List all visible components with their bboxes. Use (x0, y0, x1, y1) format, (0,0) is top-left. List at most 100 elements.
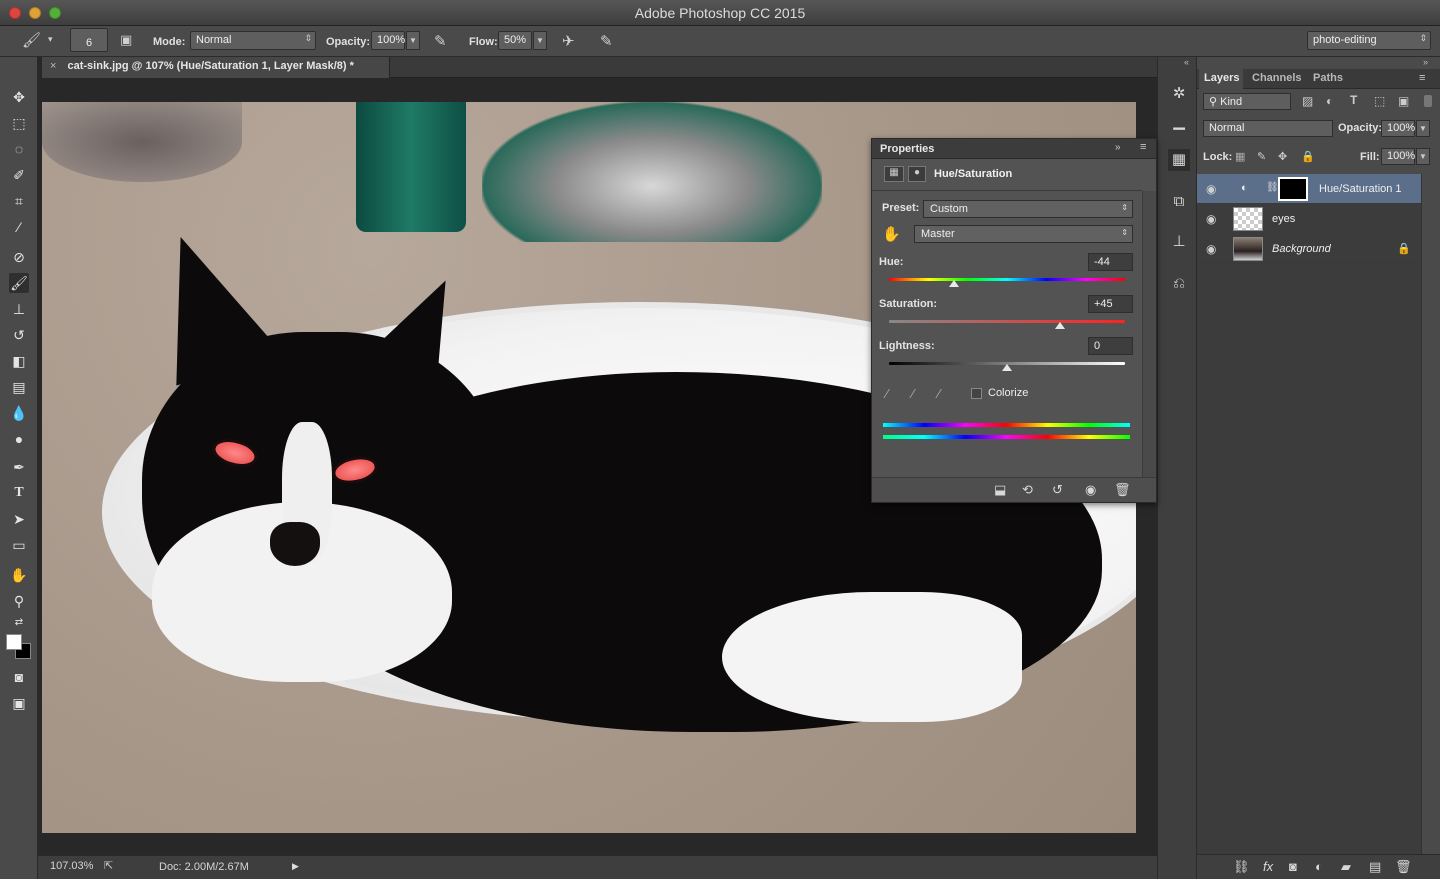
eraser-tool-icon[interactable]: ◧ (9, 351, 29, 371)
workspace-select[interactable]: photo-editing ⇕ (1307, 31, 1431, 50)
healing-brush-tool-icon[interactable]: ⊘ (9, 247, 29, 267)
panel-menu-icon[interactable]: ≡ (1140, 141, 1146, 153)
layer-style-fx-icon[interactable]: fx (1263, 859, 1273, 874)
tab-channels[interactable]: Channels (1252, 72, 1302, 84)
saturation-slider-track[interactable] (889, 320, 1125, 323)
collapse-panels-icon[interactable]: » (1423, 57, 1428, 67)
filter-toggle-switch[interactable] (1424, 95, 1432, 107)
saturation-input[interactable]: +45 (1088, 295, 1133, 313)
hue-slider-thumb[interactable] (949, 280, 959, 287)
colorize-checkbox[interactable] (971, 388, 982, 399)
move-tool-icon[interactable]: ✥ (9, 87, 29, 107)
new-group-icon[interactable]: ▰ (1341, 859, 1351, 875)
delete-layer-icon[interactable]: 🗑 (1395, 859, 1412, 875)
filter-shape-icon[interactable]: ⬚ (1374, 94, 1385, 108)
layers-scrollbar[interactable] (1421, 174, 1440, 854)
gradient-tool-icon[interactable]: ▤ (9, 377, 29, 397)
eyedropper-icon[interactable]: ⁄ (886, 386, 888, 401)
layer-row-background[interactable]: ◉ Background 🔒 (1197, 234, 1421, 264)
collapse-panel-icon[interactable]: » (1115, 142, 1121, 153)
layer-name[interactable]: Background (1272, 243, 1331, 255)
reset-icon[interactable]: ↺ (1052, 482, 1063, 498)
visibility-eye-icon[interactable]: ◉ (1206, 212, 1216, 226)
lock-position-icon[interactable]: ✥ (1278, 150, 1287, 163)
lightness-input[interactable]: 0 (1088, 337, 1133, 355)
visibility-eye-icon[interactable]: ◉ (1206, 182, 1216, 196)
new-adjustment-layer-icon[interactable]: ◐ (1315, 859, 1323, 874)
path-selection-tool-icon[interactable]: ➤ (9, 509, 29, 529)
clip-to-layer-icon[interactable]: ⬓ (994, 482, 1006, 498)
chain-link-icon[interactable]: ⛓ (1266, 182, 1279, 193)
adjustment-icon[interactable]: ▦ (884, 166, 904, 182)
targeted-adjustment-hand-icon[interactable]: ✋ (882, 225, 901, 243)
rectangle-tool-icon[interactable]: ▭ (9, 535, 29, 555)
properties-header[interactable]: Properties » ≡ (872, 139, 1156, 159)
brush-size-picker[interactable]: 6 (70, 28, 108, 52)
quick-selection-tool-icon[interactable]: ✐ (9, 165, 29, 185)
layer-thumbnail[interactable] (1233, 237, 1263, 261)
lock-all-icon[interactable]: 🔒 (1301, 150, 1315, 163)
filter-smart-object-icon[interactable]: ▣ (1398, 94, 1409, 108)
eyedropper-plus-icon[interactable]: ⁄ (912, 386, 914, 401)
blend-mode-select[interactable]: Normal (1203, 120, 1333, 137)
filter-type-icon[interactable]: T (1350, 93, 1357, 107)
export-icon[interactable]: ⇱ (104, 859, 113, 872)
opacity-input[interactable]: 100% (371, 31, 405, 50)
link-layers-icon[interactable]: ⛓ (1233, 859, 1250, 875)
hue-slider-track[interactable] (889, 278, 1125, 281)
navigator-panel-icon[interactable]: ✲ (1168, 83, 1190, 105)
layer-name[interactable]: eyes (1272, 213, 1295, 225)
quick-mask-icon[interactable]: ◙ (9, 667, 29, 687)
visibility-eye-icon[interactable]: ◉ (1206, 242, 1216, 256)
type-tool-icon[interactable]: T (9, 483, 29, 503)
styles-panel-icon[interactable]: ⧉ (1168, 191, 1190, 213)
history-brush-tool-icon[interactable]: ↺ (9, 325, 29, 345)
blur-tool-icon[interactable]: 💧 (9, 403, 29, 423)
history-panel-icon[interactable]: ⎌ (1168, 273, 1190, 295)
view-previous-state-icon[interactable]: ⟲ (1022, 482, 1033, 498)
pen-tool-icon[interactable]: ✒ (9, 457, 29, 477)
pressure-opacity-icon[interactable]: ✎ (434, 32, 447, 50)
layer-name[interactable]: Hue/Saturation 1 (1319, 183, 1402, 195)
layer-row-hue-saturation[interactable]: ◉ ◐ ⛓ Hue/Saturation 1 (1197, 174, 1421, 204)
lock-pixels-icon[interactable]: ✎ (1257, 150, 1266, 163)
pressure-size-icon[interactable]: ✎ (600, 32, 613, 50)
filter-adjustment-icon[interactable]: ◐ (1326, 94, 1333, 108)
marquee-tool-icon[interactable]: ⬚ (9, 113, 29, 133)
clone-source-panel-icon[interactable]: ⊥ (1168, 231, 1190, 253)
new-layer-icon[interactable]: ▤ (1369, 859, 1381, 875)
chevron-down-icon[interactable]: ▾ (48, 34, 53, 45)
screen-mode-icon[interactable]: ▣ (9, 693, 29, 713)
histogram-panel-icon[interactable]: ▁ (1168, 111, 1190, 133)
filter-pixel-icon[interactable]: ▨ (1302, 94, 1313, 108)
brush-panel-toggle-icon[interactable]: ▣ (120, 32, 132, 48)
zoom-tool-icon[interactable]: ⚲ (9, 591, 29, 611)
layer-opacity-dropdown[interactable]: ▼ (1416, 120, 1430, 137)
collapse-dock-icon[interactable]: « (1184, 57, 1189, 67)
hue-input[interactable]: -44 (1088, 253, 1133, 271)
foreground-color-swatch[interactable] (6, 634, 22, 650)
brush-preset-icon[interactable]: 🖌 (22, 31, 41, 49)
crop-tool-icon[interactable]: ⌗ (9, 191, 29, 211)
dodge-tool-icon[interactable]: ● (9, 429, 29, 449)
clone-stamp-tool-icon[interactable]: ⊥ (9, 299, 29, 319)
adjustments-panel-icon[interactable]: ▦ (1168, 149, 1190, 171)
saturation-slider-thumb[interactable] (1055, 322, 1065, 329)
add-mask-icon[interactable]: ◙ (1289, 859, 1297, 874)
filter-kind-select[interactable]: ⚲ Kind (1203, 93, 1291, 110)
preset-select[interactable]: Custom ⇕ (923, 200, 1133, 218)
layer-opacity-input[interactable]: 100% (1381, 120, 1415, 137)
layer-row-eyes[interactable]: ◉ eyes (1197, 204, 1421, 234)
lasso-tool-icon[interactable]: ◌ (9, 139, 29, 159)
brush-tool-icon[interactable]: 🖌 (9, 273, 29, 293)
mode-select[interactable]: Normal ⇕ (190, 31, 316, 50)
status-menu-arrow-icon[interactable]: ▶ (292, 861, 299, 872)
mask-icon[interactable]: ● (908, 166, 926, 182)
properties-scrollbar[interactable] (1142, 191, 1156, 477)
eyedropper-minus-icon[interactable]: ⁄ (938, 386, 940, 401)
flow-input[interactable]: 50% (498, 31, 532, 50)
airbrush-icon[interactable]: ✈ (562, 32, 575, 50)
lightness-slider-thumb[interactable] (1002, 364, 1012, 371)
panel-menu-icon[interactable]: ≡ (1419, 72, 1425, 84)
zoom-level[interactable]: 107.03% (50, 860, 93, 872)
